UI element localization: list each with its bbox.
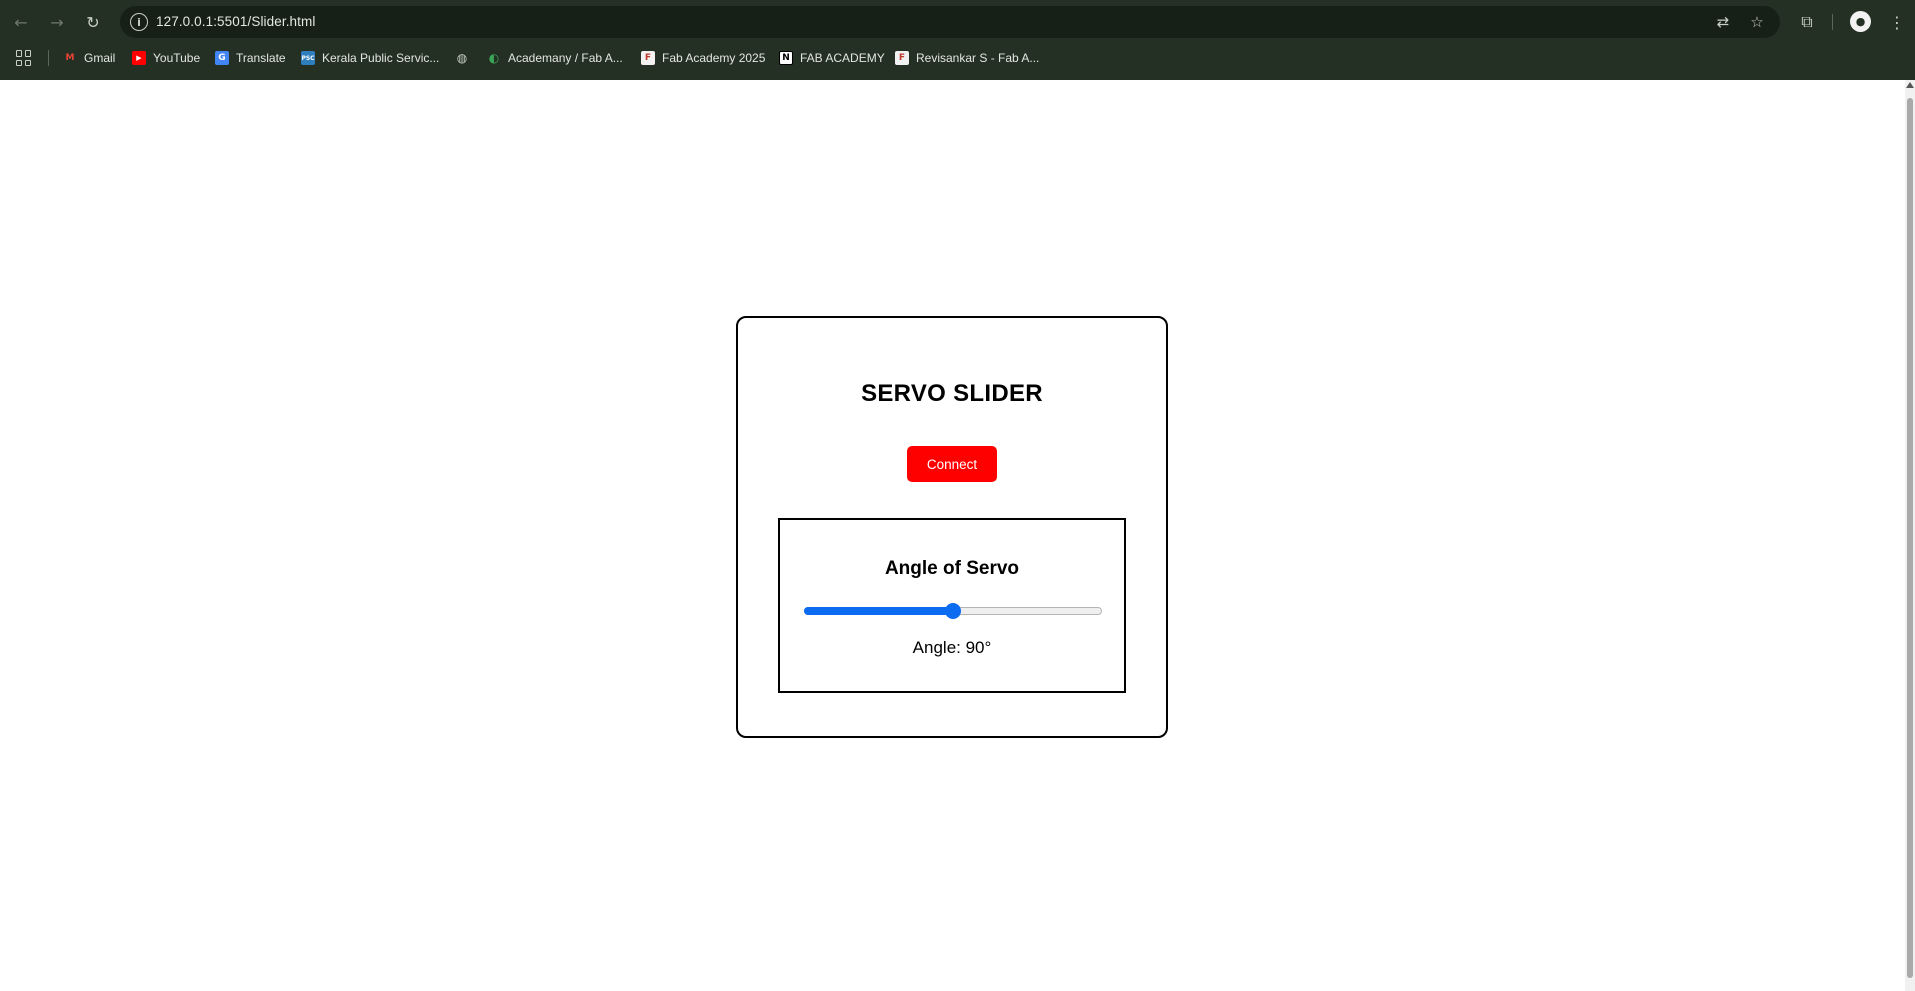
youtube-icon: ▶ — [132, 51, 146, 65]
bookmark-label: Kerala Public Servic... — [322, 51, 440, 65]
apps-grid-icon[interactable] — [16, 50, 32, 66]
bookmark-label: Revisankar S - Fab A... — [916, 51, 1040, 65]
angle-slider[interactable] — [804, 603, 1102, 619]
globe-icon: ◍ — [456, 51, 468, 65]
angle-panel: Angle of Servo Angle: 90° — [778, 518, 1126, 693]
bookmark-label: Academany / Fab A... — [508, 51, 623, 65]
scrollbar-thumb[interactable] — [1907, 98, 1913, 978]
angle-panel-title: Angle of Servo — [884, 558, 1020, 579]
bookmark-translate[interactable]: G Translate — [215, 48, 286, 68]
page-title: SERVO SLIDER — [861, 380, 1043, 407]
bookmark-gmail[interactable]: M Gmail — [63, 48, 116, 68]
angle-readout: Angle: 90° — [912, 638, 992, 657]
bookmarks-divider — [48, 50, 49, 66]
bookmark-fab-academy[interactable]: N FAB ACADEMY — [779, 48, 885, 68]
bookmark-kerala-psc[interactable]: PSC Kerala Public Servic... — [301, 48, 439, 68]
toolbar-divider — [1832, 14, 1833, 30]
bookmark-academany[interactable]: ◐ Academany / Fab A... — [487, 48, 623, 68]
address-bar[interactable]: i 127.0.0.1:5501/Slider.html ⇄ ☆ — [120, 6, 1780, 38]
back-arrow-icon[interactable]: ← — [8, 9, 34, 35]
bookmark-globe[interactable]: ◍ — [455, 48, 476, 68]
gmail-icon: M — [65, 53, 75, 63]
fab-academy-icon: F — [641, 51, 655, 65]
servo-card: SERVO SLIDER Connect Angle of Servo Angl… — [736, 316, 1168, 738]
connect-button[interactable]: Connect — [907, 446, 997, 482]
bookmarks-bar: M Gmail ▶ YouTube G Translate PSC Kerala… — [0, 46, 1915, 70]
bookmark-star-icon[interactable]: ☆ — [1746, 12, 1768, 32]
browser-toolbar: ← → ↻ i 127.0.0.1:5501/Slider.html ⇄ ☆ ⧉… — [0, 0, 1915, 44]
translate-page-icon[interactable]: ⇄ — [1712, 12, 1734, 32]
bookmark-label: Translate — [236, 51, 286, 65]
translate-icon: G — [215, 51, 229, 65]
psc-icon: PSC — [301, 51, 315, 65]
bookmark-fab-academy-2025[interactable]: F Fab Academy 2025 — [641, 48, 765, 68]
extensions-icon[interactable]: ⧉ — [1795, 10, 1819, 34]
profile-avatar[interactable]: ● — [1850, 11, 1871, 32]
bookmark-label: Gmail — [84, 51, 116, 65]
bookmark-revisankar[interactable]: F Revisankar S - Fab A... — [895, 48, 1039, 68]
site-info-icon[interactable]: i — [130, 13, 148, 31]
slider-fill — [804, 607, 953, 615]
scroll-up-arrow-icon[interactable] — [1906, 82, 1914, 88]
browser-chrome: ← → ↻ i 127.0.0.1:5501/Slider.html ⇄ ☆ ⧉… — [0, 0, 1915, 80]
notion-icon: N — [779, 51, 793, 65]
page-viewport: SERVO SLIDER Connect Angle of Servo Angl… — [0, 80, 1905, 991]
academany-icon: ◐ — [488, 51, 500, 65]
reload-icon[interactable]: ↻ — [80, 9, 106, 35]
bookmark-youtube[interactable]: ▶ YouTube — [132, 48, 200, 68]
menu-kebab-icon[interactable]: ⋮ — [1885, 10, 1909, 34]
address-url[interactable]: 127.0.0.1:5501/Slider.html — [156, 14, 315, 29]
fab-academy-icon: F — [895, 51, 909, 65]
bookmark-label: YouTube — [153, 51, 201, 65]
bookmark-label: FAB ACADEMY — [800, 51, 885, 65]
slider-thumb[interactable] — [945, 603, 961, 619]
bookmark-label: Fab Academy 2025 — [662, 51, 766, 65]
forward-arrow-icon[interactable]: → — [44, 9, 70, 35]
page-scrollbar[interactable] — [1905, 80, 1915, 991]
